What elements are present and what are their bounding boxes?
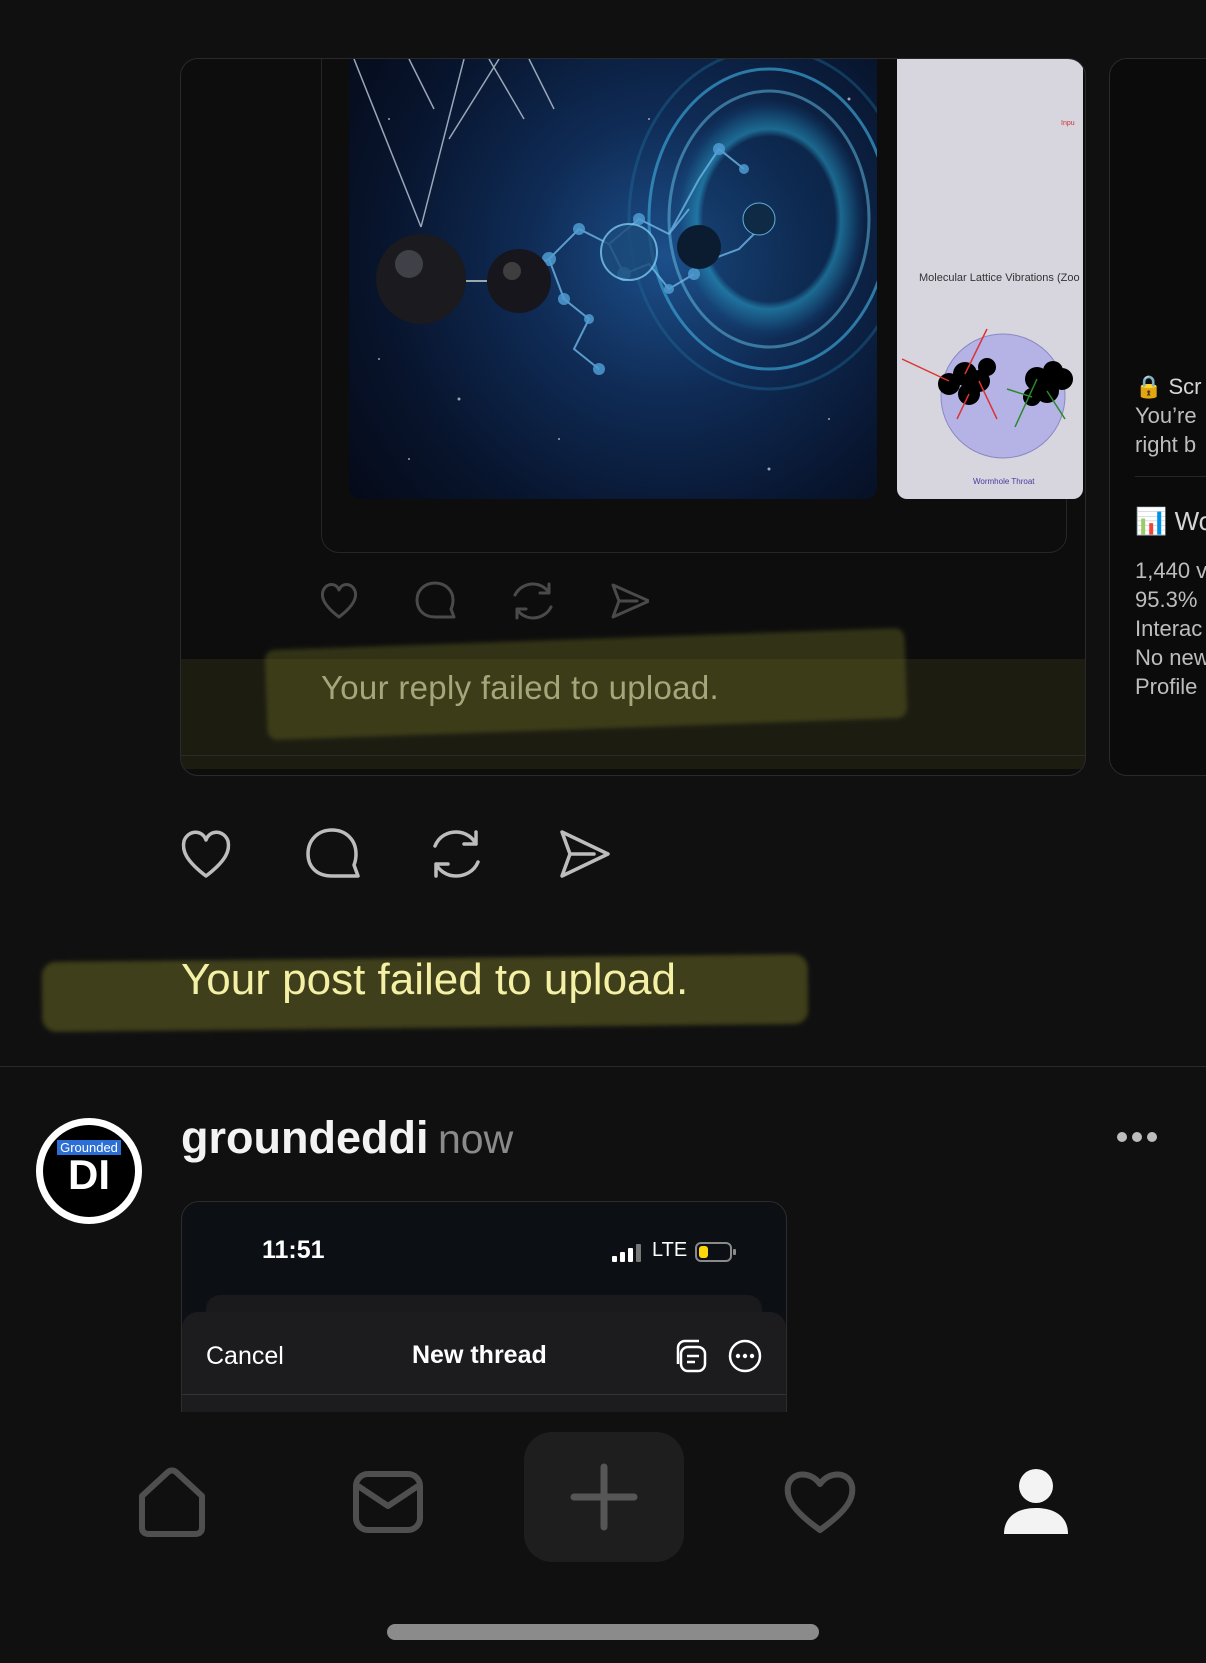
more-circle-icon[interactable] [727, 1338, 763, 1374]
quoted-post-card[interactable]: Inpu Molecular Lattice Vibrations (Zoo W… [180, 58, 1086, 776]
post-failure-message: Your post failed to upload. [181, 955, 689, 1004]
activity-heart-icon [784, 1471, 856, 1533]
status-time: 11:51 [262, 1236, 325, 1264]
signal-icon [612, 1244, 641, 1262]
tab-create[interactable] [524, 1432, 684, 1562]
post-username[interactable]: groundeddi [181, 1112, 428, 1164]
molecular-lattice-figure[interactable]: Inpu Molecular Lattice Vibrations (Zoo W… [897, 59, 1083, 499]
tab-activity[interactable] [780, 1462, 860, 1542]
avatar-monogram: DI [68, 1150, 110, 1198]
home-icon [139, 1467, 205, 1537]
inbox-icon [353, 1471, 423, 1533]
tab-home[interactable] [132, 1462, 212, 1542]
comment-icon [306, 828, 360, 878]
adjacent-card-heading: 📊 Wo [1135, 506, 1206, 536]
adjacent-card-line: 95.3% [1135, 587, 1198, 612]
sheet-divider [182, 1394, 786, 1395]
figure-input-label: Inpu [1061, 120, 1075, 127]
adjacent-card-text: 🔒 Scr You’re right b 📊 Wo 1,440 v 95.3% … [1135, 372, 1206, 701]
adjacent-card[interactable]: 🔒 Scr You’re right b 📊 Wo 1,440 v 95.3% … [1109, 58, 1206, 776]
adjacent-card-divider [1135, 476, 1206, 477]
plus-icon [570, 1463, 638, 1531]
avatar[interactable]: Grounded DI [36, 1118, 142, 1224]
profile-icon [1004, 1469, 1068, 1534]
feed-divider [0, 1066, 1206, 1067]
adjacent-card-line: right b [1135, 432, 1197, 457]
like-icon [320, 583, 358, 619]
card-divider [181, 755, 1085, 756]
adjacent-card-line: Profile [1135, 674, 1198, 699]
more-options-icon[interactable] [1116, 1130, 1158, 1144]
adjacent-card-line: Interac [1135, 616, 1203, 641]
lattice-plot [901, 328, 1073, 459]
figure-caption: Wormhole Throat [973, 477, 1035, 486]
home-indicator [387, 1624, 819, 1640]
post-actions [180, 826, 620, 882]
repost-icon [433, 830, 480, 878]
quoted-action-icons [320, 581, 649, 620]
post-timestamp: now [438, 1116, 514, 1162]
figure-title: Molecular Lattice Vibrations (Zoo [919, 272, 1080, 284]
attached-screenshot[interactable]: 11:51 LTE Cancel New thread [181, 1201, 787, 1422]
sheet-title: New thread [412, 1341, 547, 1369]
comment-icon [415, 581, 456, 619]
repost-icon [513, 582, 553, 620]
reply-failure-message: Your reply failed to upload. [321, 669, 719, 706]
share-icon [560, 830, 610, 878]
adjacent-card-heading: 🔒 Scr [1135, 374, 1202, 399]
post-action-icons [181, 828, 610, 878]
wormhole-artwork [353, 59, 877, 471]
adjacent-card-line: 1,440 v [1135, 558, 1206, 583]
drafts-icon[interactable] [674, 1338, 710, 1374]
wormhole-pendulum-image[interactable] [349, 59, 877, 499]
share-icon [611, 583, 649, 619]
adjacent-card-line: No new [1135, 645, 1206, 670]
tab-inbox[interactable] [348, 1462, 428, 1542]
like-icon [181, 830, 231, 878]
avatar-logo: Grounded DI [43, 1125, 135, 1217]
new-thread-sheet: Cancel New thread [182, 1312, 786, 1422]
adjacent-card-line: You’re [1135, 403, 1197, 428]
network-label: LTE [652, 1239, 688, 1261]
cancel-button[interactable]: Cancel [206, 1342, 284, 1371]
tab-profile[interactable] [996, 1462, 1076, 1542]
quoted-post-actions [319, 579, 649, 623]
battery-icon [695, 1242, 736, 1262]
